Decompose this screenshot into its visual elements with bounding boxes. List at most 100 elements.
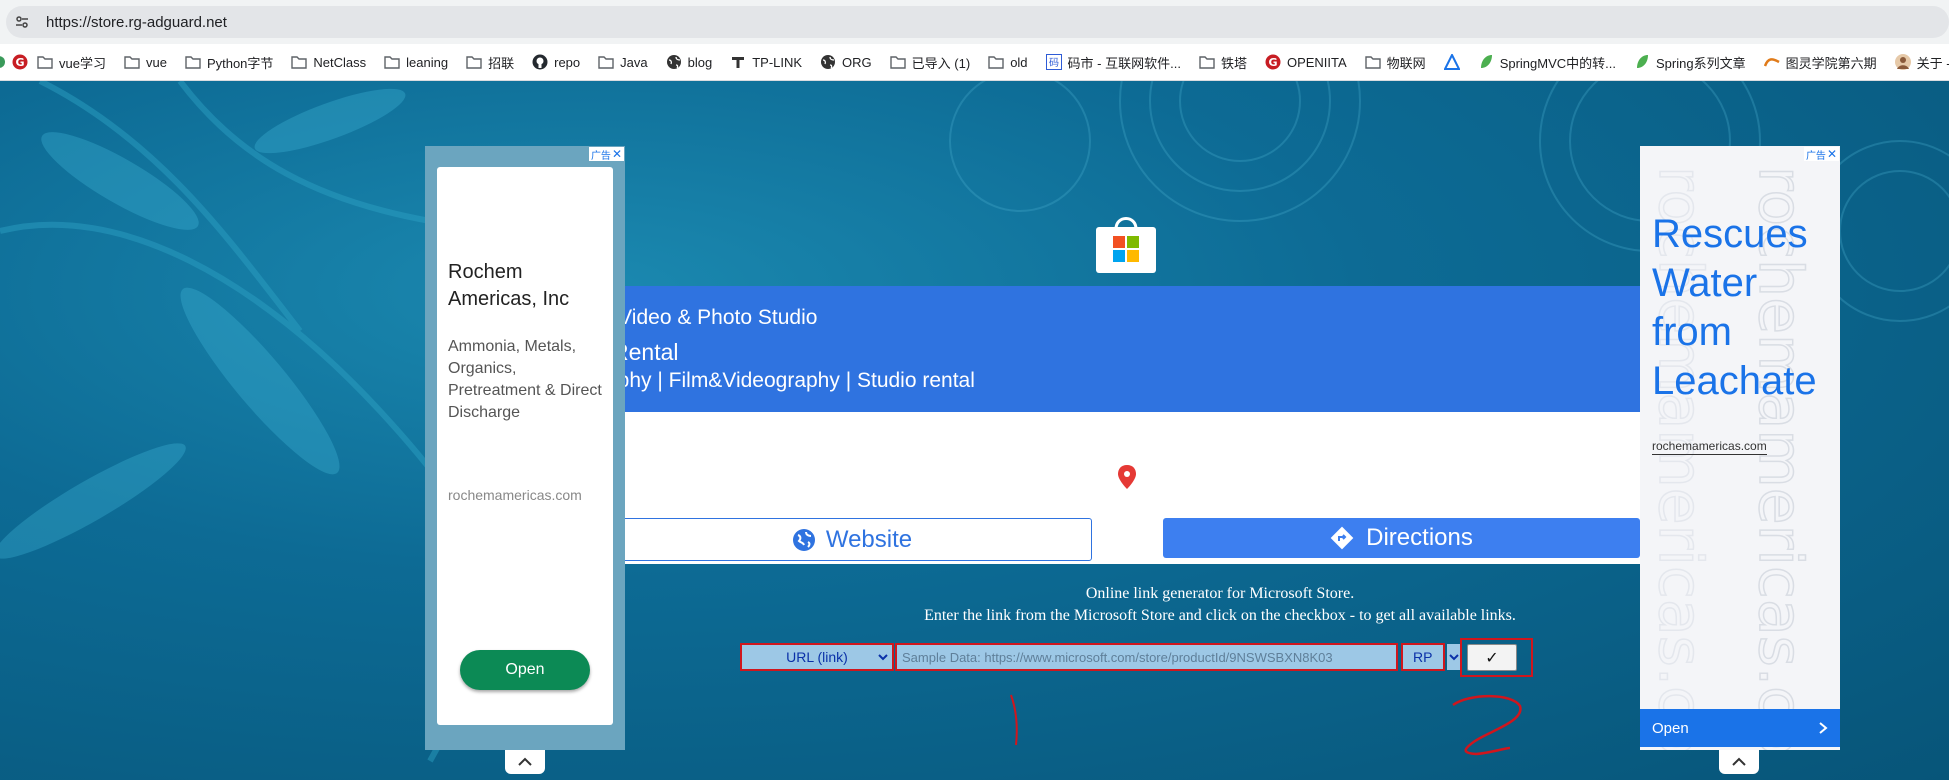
bookmark-item[interactable]: NetClass: [291, 54, 366, 70]
ring-select[interactable]: RP: [1401, 643, 1445, 671]
bookmark-label: 码市 - 互联网软件...: [1067, 55, 1181, 71]
bookmark-label: 招联: [488, 55, 515, 71]
bookmark-label: 图灵学院第六期: [1785, 55, 1877, 71]
bookmark-label: old: [1010, 54, 1028, 70]
bookmark-label: NetClass: [313, 54, 367, 70]
left-ad-domain[interactable]: rochemamericas.com: [448, 487, 582, 503]
tp-link-icon: [730, 54, 746, 70]
bookmark-item[interactable]: Spring系列文章: [1634, 53, 1746, 72]
bookmark-label: leaning: [406, 54, 449, 70]
bookmark-edge-icon: [0, 54, 12, 70]
svg-text:G: G: [1268, 56, 1277, 69]
bookmark-item[interactable]: Python字节: [185, 53, 273, 72]
bookmark-label: Python字节: [206, 55, 274, 71]
folder-icon: [889, 54, 906, 70]
type-select[interactable]: URL (link): [740, 643, 894, 671]
folder-icon: [185, 54, 201, 70]
folder-icon: [1364, 54, 1381, 70]
left-ad-title[interactable]: Rochem Americas, Inc: [448, 259, 608, 313]
bookmark-label: 已导入 (1): [911, 55, 971, 71]
folder-icon: [466, 54, 482, 70]
bookmark-label: Spring系列文章: [1656, 55, 1746, 71]
bookmark-item[interactable]: 图灵学院第六期: [1763, 53, 1877, 72]
url-text[interactable]: https://store.rg-adguard.net: [46, 14, 227, 31]
submit-check-button[interactable]: ✓: [1467, 644, 1517, 671]
type-select-value: URL (link): [786, 649, 848, 665]
right-ad-open-label: Open: [1652, 719, 1689, 737]
left-ad-open-button[interactable]: Open: [460, 650, 590, 690]
folder-icon: [37, 54, 53, 70]
generator-instructions: Enter the link from the Microsoft Store …: [924, 607, 1516, 624]
omnibox[interactable]: https://store.rg-adguard.net: [6, 6, 1949, 38]
globe-icon: [820, 54, 836, 70]
folder-icon: [124, 54, 140, 70]
bookmark-item[interactable]: TP-LINK: [730, 54, 802, 70]
folder-icon: [384, 54, 400, 70]
bookmark-item[interactable]: 招联: [466, 53, 514, 72]
spring-leaf-icon: [1478, 54, 1494, 70]
website-label: Website: [825, 525, 913, 553]
bookmark-item[interactable]: SpringMVC中的转...: [1478, 53, 1616, 72]
folder-icon: [988, 54, 1004, 70]
tuling-icon: [1763, 54, 1780, 70]
bookmark-item[interactable]: old: [988, 54, 1028, 70]
right-ad-title[interactable]: Rescues Water from Leachate: [1652, 210, 1837, 406]
globe-icon: [666, 54, 682, 70]
folder-icon: [598, 54, 614, 70]
close-icon[interactable]: ✕: [612, 148, 622, 160]
close-icon[interactable]: ✕: [1827, 148, 1837, 160]
generator-title: Online link generator for Microsoft Stor…: [1085, 585, 1355, 602]
directions-icon: [1330, 526, 1354, 550]
ad-choices-badge[interactable]: 广告 ✕: [1803, 147, 1839, 162]
right-ad-collapse-button[interactable]: [1719, 750, 1759, 774]
bookmark-list: vue学习 vue Python字节 NetClass leaning 招联 repo Jav…: [28, 53, 1949, 72]
right-ad-domain[interactable]: rochemamericas.com: [1652, 439, 1767, 455]
right-ad-open-button[interactable]: Open: [1640, 709, 1840, 747]
left-ad-collapse-button[interactable]: [505, 750, 545, 774]
bookmark-item[interactable]: G OPENIITA: [1265, 54, 1347, 70]
openiita-icon: G: [1265, 54, 1281, 70]
gitee-icon[interactable]: G: [12, 54, 28, 70]
bookmark-item[interactable]: vue学习: [37, 53, 106, 72]
bookmark-label: 铁塔: [1220, 55, 1247, 71]
bookmark-item[interactable]: leaning: [384, 54, 448, 70]
left-ad[interactable]: 广告 ✕ Rochem Americas, Inc Ammonia, Metal…: [425, 146, 625, 750]
bookmark-label: SpringMVC中的转...: [1499, 55, 1616, 71]
ad-choices-badge[interactable]: 广告 ✕: [588, 147, 624, 162]
triangle-logo-icon: [1443, 54, 1460, 70]
folder-icon: [1199, 54, 1215, 70]
bookmark-item[interactable]: 关于 - 我 |...: [1894, 53, 1949, 72]
left-ad-card[interactable]: Rochem Americas, Inc Ammonia, Metals, Or…: [437, 167, 613, 725]
bookmark-item[interactable]: Java: [598, 54, 648, 70]
bookmark-item[interactable]: 码码市 - 互联网软件...: [1045, 53, 1181, 72]
bookmark-item[interactable]: ORG: [820, 54, 872, 70]
avatar-icon: [1894, 54, 1911, 70]
site-info-icon[interactable]: [6, 6, 38, 38]
directions-button[interactable]: Directions: [1163, 518, 1640, 558]
store-link-input[interactable]: [895, 643, 1398, 671]
left-ad-description: Ammonia, Metals, Organics, Pretreatment …: [448, 338, 602, 421]
website-button[interactable]: Website: [612, 518, 1092, 561]
bookmark-item[interactable]: 物联网: [1364, 53, 1426, 72]
bookmark-label: 关于 - 我 |...: [1916, 55, 1949, 71]
bookmark-label: OPENIITA: [1286, 54, 1347, 70]
bookmarks-bar: G vue学习 vue Python字节 NetClass leaning 招联 repo J…: [0, 44, 1949, 81]
chevron-right-icon: [1819, 722, 1828, 734]
right-ad[interactable]: rochemamericas.com rochemamericas.com 广告…: [1640, 146, 1840, 750]
chevron-up-icon: [518, 757, 532, 766]
bookmark-item[interactable]: blog: [666, 54, 712, 70]
bookmark-label: Java: [620, 54, 648, 70]
ring-select-dropdown[interactable]: [1447, 644, 1461, 670]
bookmark-label: vue: [145, 54, 167, 70]
chevron-up-icon: [1732, 757, 1746, 766]
bookmark-label: vue学习: [59, 55, 106, 71]
bookmark-item[interactable]: 已导入 (1): [889, 53, 971, 72]
bookmark-item[interactable]: [1443, 54, 1460, 70]
banner-line-1: O Video & Photo Studio: [596, 306, 818, 329]
bookmark-item[interactable]: repo: [532, 54, 580, 70]
bookmark-label: ORG: [842, 54, 872, 70]
ad-badge-label: 广告: [1805, 150, 1826, 162]
bookmark-item[interactable]: 铁塔: [1199, 53, 1247, 72]
bookmark-item[interactable]: vue: [124, 54, 167, 70]
chevron-down-icon: [878, 654, 888, 661]
